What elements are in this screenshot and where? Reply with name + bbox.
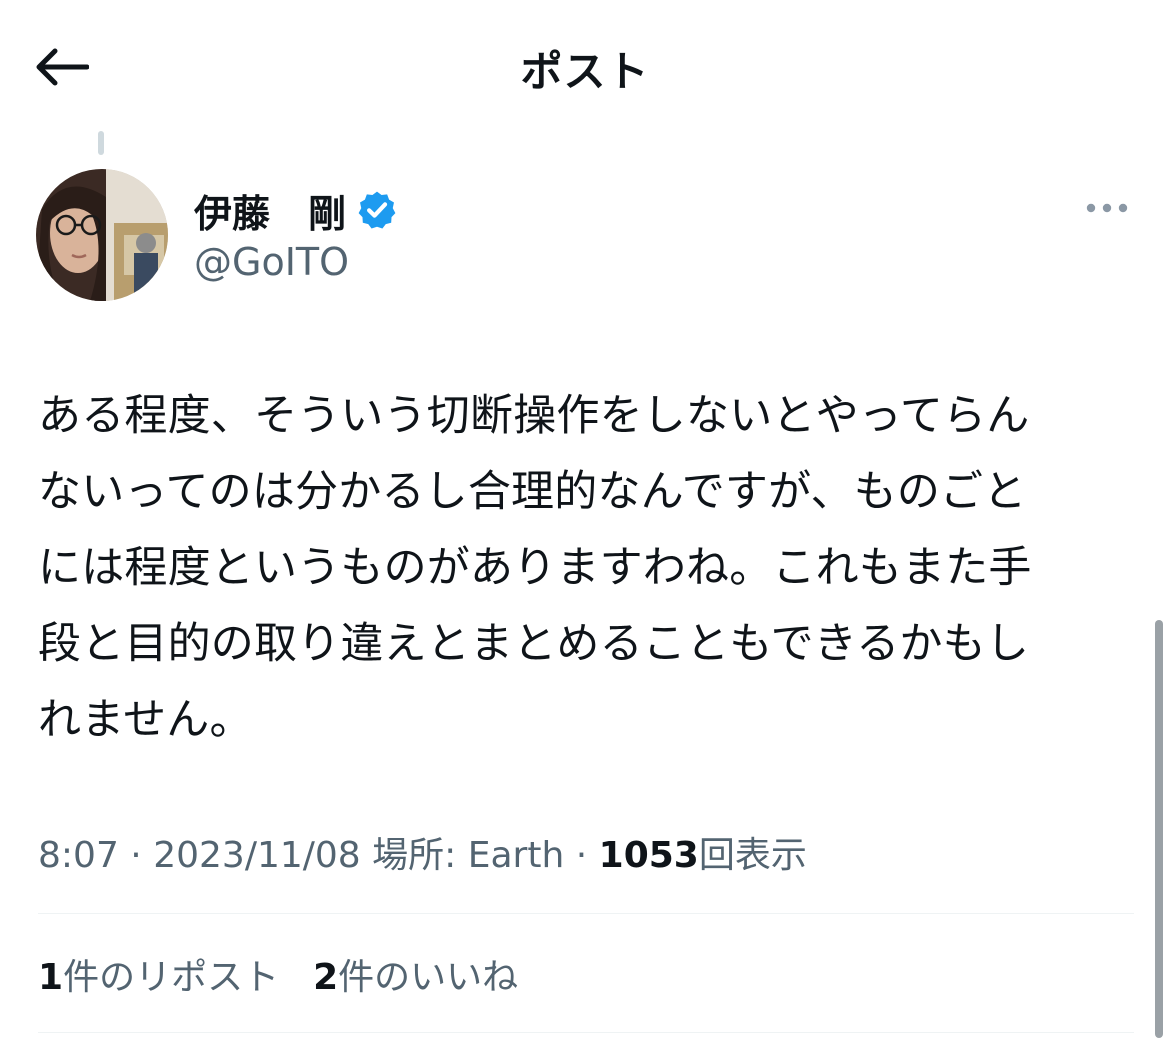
ellipsis-icon [1086, 203, 1128, 213]
more-options-button[interactable] [1080, 188, 1134, 228]
display-name[interactable]: 伊藤 剛 [194, 183, 346, 238]
verified-badge-icon [358, 191, 396, 229]
post-text-line: 段と目的の取り違えとまとめることもできるかもし [38, 619, 1030, 669]
author-handle[interactable]: @GoITO [194, 240, 349, 284]
views-count: 1053 [598, 835, 699, 876]
divider [38, 1032, 1134, 1033]
views-label: 回表示 [698, 835, 807, 876]
divider [38, 913, 1134, 914]
page-title: ポスト [520, 47, 650, 96]
avatar-image [36, 169, 168, 301]
reposts-label: 件のリポスト [63, 957, 280, 998]
post-meta: 8:07 · 2023/11/08 場所: Earth · 1053回表示 [38, 826, 807, 878]
thread-connector-line [98, 131, 104, 155]
top-nav-bar: ポスト [0, 0, 1170, 132]
reposts-count: 1 [38, 957, 64, 998]
post-location: 場所: Earth [372, 835, 565, 876]
reposts-stat[interactable]: 1件のリポスト [38, 948, 279, 1000]
meta-separator: · [575, 835, 588, 876]
post-text-line: ないってのは分かるし合理的なんですが、ものごと [38, 467, 1027, 517]
post-text-line: れません。 [38, 695, 253, 745]
post-time[interactable]: 8:07 [38, 835, 119, 876]
author-name-row: 伊藤 剛 [194, 184, 398, 236]
meta-separator: · [130, 835, 142, 876]
post-text-line: には程度というものがありますわね。これもまた手 [38, 543, 1032, 593]
post-date[interactable]: 2023/11/08 [153, 835, 361, 876]
avatar[interactable] [36, 169, 168, 301]
scrollbar[interactable] [1155, 620, 1163, 1038]
engagement-stats: 1件のリポスト 2件のいいね [38, 948, 518, 1000]
post-text-line: ある程度、そういう切断操作をしないとやってらん [38, 391, 1030, 441]
likes-stat[interactable]: 2件のいいね [313, 948, 518, 1000]
likes-count: 2 [313, 957, 339, 998]
post-text: ある程度、そういう切断操作をしないとやってらん ないってのは分かるし合理的なんで… [38, 378, 1138, 758]
likes-label: 件のいいね [338, 957, 519, 998]
